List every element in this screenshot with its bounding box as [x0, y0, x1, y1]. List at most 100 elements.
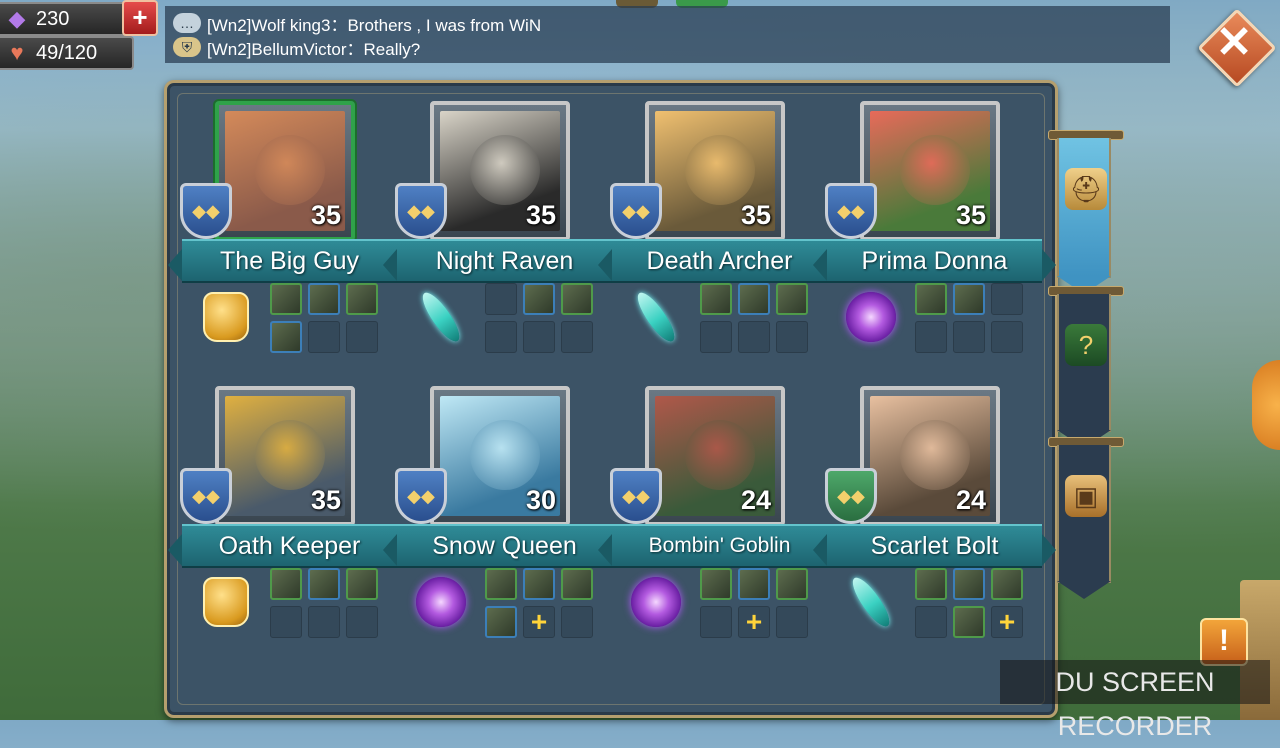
gear-slot-empty[interactable] [991, 321, 1023, 353]
hero-level: 35 [955, 200, 986, 230]
gear-slot-equipped[interactable] [561, 568, 593, 600]
gem-icon: ◆ [8, 6, 26, 31]
hero-name: Death Archer [646, 247, 793, 275]
hero-card[interactable]: 30 ◆◆ Snow Queen + [383, 386, 626, 656]
orb-class-icon [843, 289, 899, 345]
chat-message: ⛨ [Wn2]BellumVictor：Really? [173, 35, 420, 59]
gear-slot-equipped[interactable] [523, 283, 555, 315]
gear-slot-equipped[interactable] [485, 606, 517, 638]
gear-slot-empty[interactable] [700, 606, 732, 638]
hero-level: 35 [740, 200, 771, 230]
stamina-counter: ♥ 49/120 [0, 36, 134, 70]
gear-slot-equipped[interactable] [700, 568, 732, 600]
close-button[interactable]: ✕ [1197, 8, 1277, 88]
hero-name: The Big Guy [220, 247, 359, 275]
gear-slot-empty[interactable] [991, 283, 1023, 315]
gear-slot-empty[interactable] [346, 321, 378, 353]
hero-portrait[interactable]: 35 [860, 101, 1000, 241]
rank-shield-icon: ◆◆ [180, 468, 232, 524]
hero-portrait[interactable]: 35 [215, 101, 355, 241]
hero-card[interactable]: 35 ◆◆ The Big Guy [168, 101, 411, 371]
fist-class-icon [198, 574, 254, 630]
gear-slot-equipped[interactable] [953, 606, 985, 638]
gear-slot-equipped[interactable] [346, 568, 378, 600]
hero-portrait[interactable]: 24 [860, 386, 1000, 526]
gear-slot-empty[interactable] [915, 606, 947, 638]
gear-slot-add[interactable]: + [738, 606, 770, 638]
gear-slot-equipped[interactable] [561, 283, 593, 315]
gear-slot-equipped[interactable] [270, 283, 302, 315]
hero-name: Snow Queen [432, 532, 577, 560]
hero-card[interactable]: 24 ◆◆ Bombin' Goblin + [598, 386, 841, 656]
hero-portrait[interactable]: 35 [215, 386, 355, 526]
hero-card[interactable]: 35 ◆◆ Night Raven [383, 101, 626, 371]
hero-name: Scarlet Bolt [870, 532, 999, 560]
gear-slot-equipped[interactable] [270, 568, 302, 600]
gear-slot-empty[interactable] [308, 321, 340, 353]
gear-slot-empty[interactable] [270, 606, 302, 638]
hero-card[interactable]: 35 ◆◆ Death Archer [598, 101, 841, 371]
chat-message-text: [Wn2]Wolf king3：Brothers , I was from Wi… [207, 15, 542, 35]
gear-slot-equipped[interactable] [700, 283, 732, 315]
gear-slot-empty[interactable] [915, 321, 947, 353]
gear-slot-empty[interactable] [523, 321, 555, 353]
gear-slot-equipped[interactable] [991, 568, 1023, 600]
side-menu-handle[interactable] [1252, 360, 1280, 450]
question-icon: ? [1065, 324, 1107, 366]
hero-card[interactable]: 35 ◆◆ Prima Donna [813, 101, 1056, 371]
gear-slot-empty[interactable] [561, 606, 593, 638]
gear-slot-empty[interactable] [700, 321, 732, 353]
gear-slot-equipped[interactable] [776, 568, 808, 600]
gear-slot-empty[interactable] [485, 321, 517, 353]
gear-slot-equipped[interactable] [523, 568, 555, 600]
gear-slot-empty[interactable] [346, 606, 378, 638]
chat-message: … [Wn2]Wolf king3：Brothers , I was from … [173, 11, 541, 35]
hero-portrait[interactable]: 30 [430, 386, 570, 526]
hero-level: 35 [525, 200, 556, 230]
gear-slot-equipped[interactable] [915, 283, 947, 315]
hero-name-banner: Snow Queen [383, 524, 626, 568]
heart-icon: ♥ [10, 40, 24, 65]
hero-level: 24 [740, 485, 771, 515]
hero-card[interactable]: 35 ◆◆ Oath Keeper [168, 386, 411, 656]
gear-slot-equipped[interactable] [346, 283, 378, 315]
guild-emblem-icon: ⛨ [173, 37, 201, 57]
gear-slot-add[interactable]: + [991, 606, 1023, 638]
helmet-icon: ⛑ [1065, 168, 1107, 210]
hero-name: Oath Keeper [218, 532, 361, 560]
rank-shield-icon: ◆◆ [610, 183, 662, 239]
hero-portrait[interactable]: 35 [645, 101, 785, 241]
gear-slot-empty[interactable] [308, 606, 340, 638]
feather-class-icon [628, 288, 684, 346]
add-gems-button[interactable]: + [122, 0, 158, 36]
feather-class-icon [843, 573, 899, 631]
hero-portrait[interactable]: 35 [430, 101, 570, 241]
gear-slot-empty[interactable] [776, 321, 808, 353]
gear-slot-empty[interactable] [776, 606, 808, 638]
gear-slot-equipped[interactable] [738, 568, 770, 600]
hero-name-banner: Scarlet Bolt [813, 524, 1056, 568]
gear-slot-equipped[interactable] [485, 568, 517, 600]
chat-message-text: [Wn2]BellumVictor：Really? [207, 39, 421, 59]
hero-name: Bombin' Goblin [648, 534, 791, 557]
rank-shield-icon: ◆◆ [610, 468, 662, 524]
gear-slot-add[interactable]: + [523, 606, 555, 638]
gear-slot-equipped[interactable] [776, 283, 808, 315]
hero-portrait[interactable]: 24 [645, 386, 785, 526]
gear-slot-empty[interactable] [738, 321, 770, 353]
gear-slot-equipped[interactable] [738, 283, 770, 315]
chat-ticker[interactable]: … [Wn2]Wolf king3：Brothers , I was from … [165, 6, 1170, 63]
orb-class-icon [413, 574, 469, 630]
gear-slot-equipped[interactable] [308, 568, 340, 600]
gear-slot-equipped[interactable] [953, 283, 985, 315]
gear-slot-empty[interactable] [561, 321, 593, 353]
alert-button[interactable]: ! [1200, 618, 1248, 666]
gear-slot-empty[interactable] [485, 283, 517, 315]
gear-slot-equipped[interactable] [270, 321, 302, 353]
gear-slot-equipped[interactable] [915, 568, 947, 600]
gear-slot-equipped[interactable] [953, 568, 985, 600]
gear-slot-empty[interactable] [953, 321, 985, 353]
stamina-value: 49/120 [36, 41, 98, 64]
gear-slot-equipped[interactable] [308, 283, 340, 315]
hero-card[interactable]: 24 ◆◆ Scarlet Bolt + [813, 386, 1056, 656]
